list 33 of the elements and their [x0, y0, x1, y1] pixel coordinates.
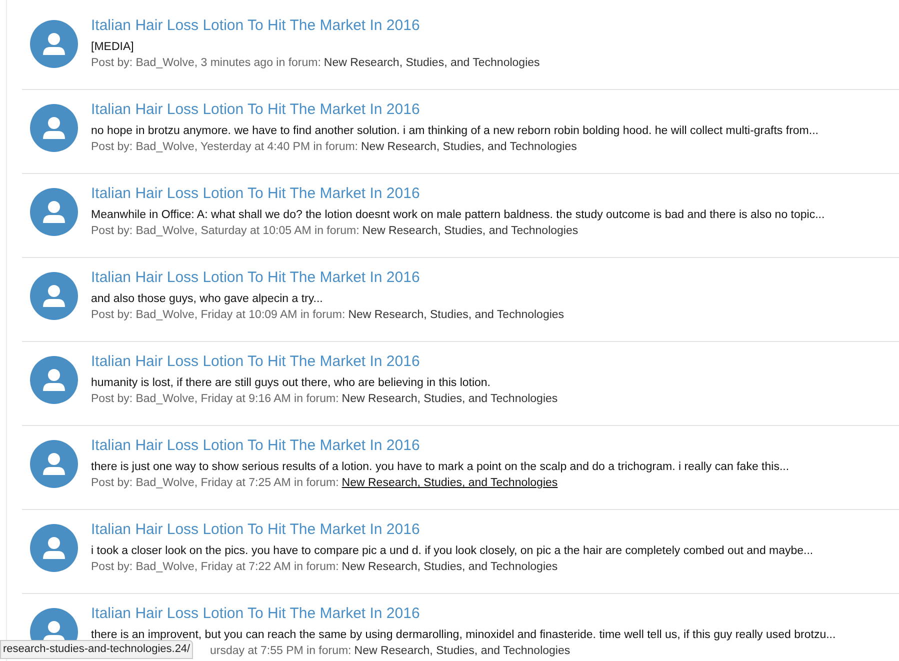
forum-link[interactable]: New Research, Studies, and Technologies [342, 392, 558, 407]
post-meta: Post by: Bad_Wolve, Friday at 7:25 AM in forum: [91, 476, 339, 491]
post-title-link[interactable]: Italian Hair Loss Lotion To Hit The Market In 2016 [91, 604, 836, 624]
link-url-tooltip: research-studies-and-technologies.24/ [0, 640, 194, 659]
forum-link[interactable]: New Research, Studies, and Technologies [324, 56, 540, 71]
post-snippet: i took a closer look on the pics. you have to compare pic a und d. if you look closely, on pic a the hair are completely combed out and maybe... [91, 544, 814, 559]
forum-link[interactable]: New Research, Studies, and Technologies [348, 308, 564, 323]
post-meta: Post by: Bad_Wolve, Friday at 7:22 AM in forum: [91, 560, 339, 575]
post-snippet: and also those guys, who gave alpecin a try... [91, 292, 324, 307]
forum-link[interactable]: New Research, Studies, and Technologies [361, 140, 577, 155]
forum-link[interactable]: New Research, Studies, and Technologies [362, 224, 578, 239]
post-title-link[interactable]: Italian Hair Loss Lotion To Hit The Market In 2016 [91, 16, 540, 36]
post-snippet: there is an improvent, but you can reach the same by using dermarolling, minoxidel and finasteride. time well tell us, if this guy really used brotzu... [91, 628, 836, 643]
post-snippet: humanity is lost, if there are still guys out there, who are believing in this lotion. [91, 376, 492, 391]
post-title-link[interactable]: Italian Hair Loss Lotion To Hit The Market In 2016 [91, 268, 564, 288]
post-title-link[interactable]: Italian Hair Loss Lotion To Hit The Market In 2016 [91, 520, 814, 540]
post-snippet: [MEDIA] [91, 40, 135, 55]
forum-link[interactable]: New Research, Studies, and Technologies [342, 560, 558, 575]
post-meta: Post by: Bad_Wolve, Yesterday at 4:40 PM in forum: [91, 140, 358, 155]
post-meta: Post by: Bad_Wolve, Saturday at 10:05 AM in forum: [91, 224, 360, 239]
post-meta: Post by: Bad_Wolve, Friday at 9:16 AM in forum: [91, 392, 339, 407]
post-title-link[interactable]: Italian Hair Loss Lotion To Hit The Market In 2016 [91, 100, 818, 120]
forum-link[interactable]: New Research, Studies, and Technologies [342, 476, 558, 491]
post-title-link[interactable]: Italian Hair Loss Lotion To Hit The Market In 2016 [91, 352, 558, 372]
post-meta: ursday at 7:55 PM in forum: [210, 644, 352, 659]
post-snippet: there is just one way to show serious results of a lotion. you have to mark a point on the scalp and do a trichogram. i really can fake this... [91, 460, 790, 475]
forum-link[interactable]: New Research, Studies, and Technologies [354, 644, 570, 659]
post-meta: Post by: Bad_Wolve, 3 minutes ago in forum: [91, 56, 321, 71]
post-snippet: no hope in brotzu anymore. we have to find another solution. i am thinking of a new reborn robin bolding hood. he will collect multi-grafts from... [91, 124, 818, 139]
post-title-link[interactable]: Italian Hair Loss Lotion To Hit The Market In 2016 [91, 436, 790, 456]
post-snippet: Meanwhile in Office: A: what shall we do? the lotion doesnt work on male pattern baldness. the study outcome is bad and there is also no topic... [91, 208, 825, 223]
post-meta: Post by: Bad_Wolve, Friday at 10:09 AM in forum: [91, 308, 346, 323]
post-title-link[interactable]: Italian Hair Loss Lotion To Hit The Market In 2016 [91, 184, 825, 204]
